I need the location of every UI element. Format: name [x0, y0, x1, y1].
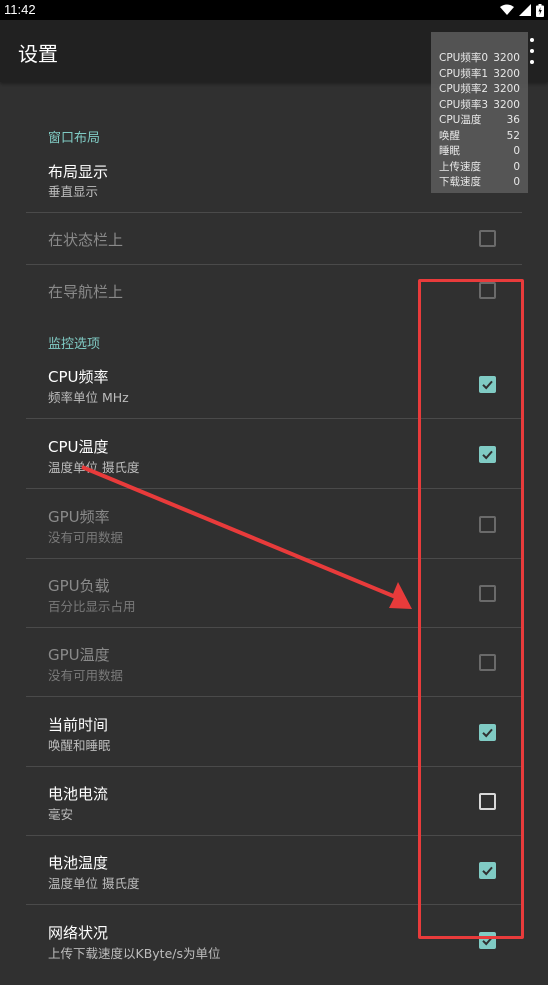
annotation-arrow [81, 465, 412, 609]
